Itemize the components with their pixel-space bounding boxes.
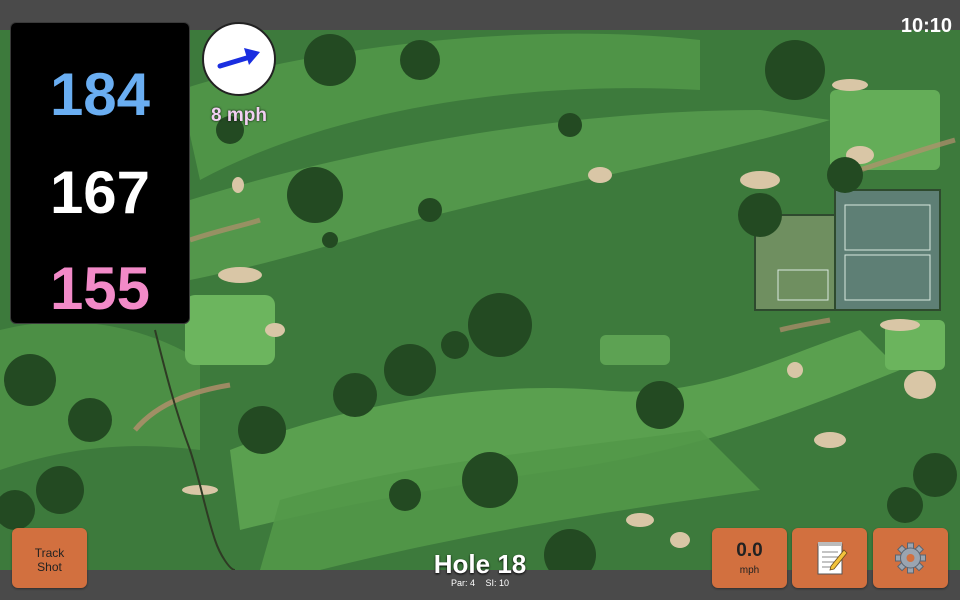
hole-par: Par: 4 — [450, 578, 475, 588]
notes-button[interactable] — [792, 528, 867, 588]
hole-title: Hole 18 — [433, 549, 527, 579]
hole-stroke-index: SI: 10 — [485, 578, 510, 588]
wind-arrow-icon — [217, 48, 260, 69]
distance-panel[interactable]: 184 167 155 — [10, 22, 190, 324]
clock: 10:10 — [900, 15, 952, 37]
back-distance: 184 — [49, 61, 151, 128]
track-shot-label-1: Track — [34, 546, 65, 560]
wind-indicator — [202, 22, 276, 96]
notepad-icon — [817, 542, 848, 575]
wind-speed: 8 mph — [211, 105, 267, 126]
settings-button[interactable] — [873, 528, 948, 588]
middle-distance: 167 — [49, 159, 151, 226]
front-distance: 155 — [49, 255, 151, 322]
speed-value: 0.0 — [736, 540, 763, 561]
hole-info: Par: 4 SI: 10 — [380, 578, 580, 588]
track-shot-button[interactable]: Track Shot — [12, 528, 87, 588]
speed-unit: mph — [739, 565, 760, 576]
track-shot-label-2: Shot — [37, 560, 62, 574]
gear-icon — [895, 542, 926, 574]
speed-button[interactable]: 0.0 mph — [712, 528, 787, 588]
